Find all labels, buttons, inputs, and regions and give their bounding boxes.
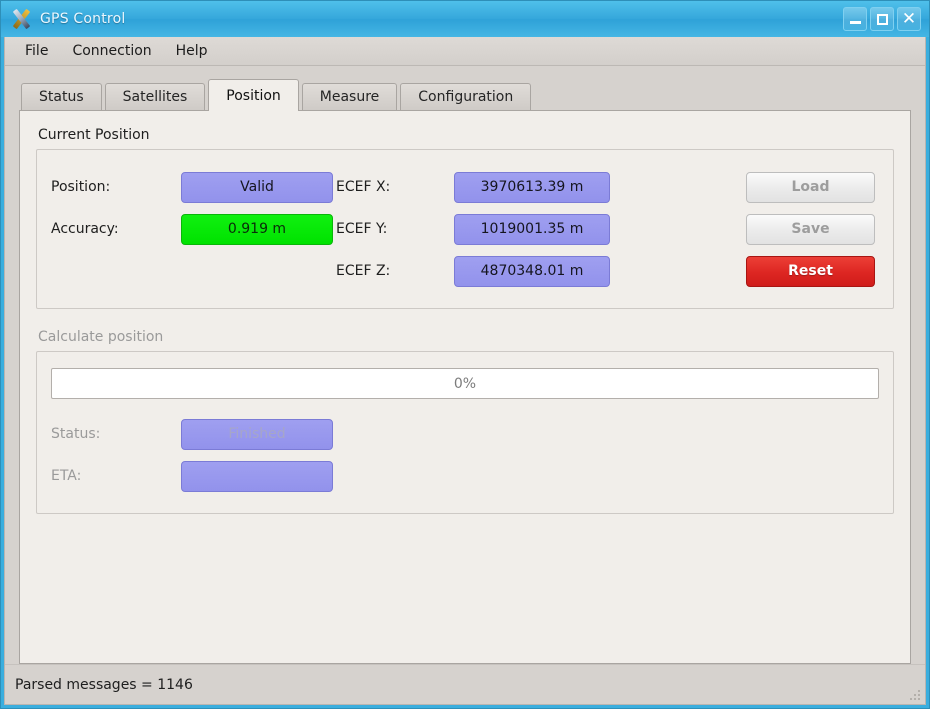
ecef-x-value-field: 3970613.39 m <box>454 171 610 203</box>
calc-status-value-field: Finished <box>181 418 333 450</box>
gps-crossed-blades-icon <box>11 8 31 30</box>
maximize-icon[interactable] <box>870 7 894 31</box>
menu-item-help[interactable]: Help <box>166 39 218 63</box>
menu-item-connection[interactable]: Connection <box>62 39 161 63</box>
position-value-field: Valid <box>181 171 333 203</box>
tab-measure[interactable]: Measure <box>301 83 398 110</box>
group-calculate-position: Calculate position 0% Status: Finished E… <box>36 329 894 514</box>
title-bar: GPS Control ✕ <box>1 1 929 37</box>
group-title-current-position: Current Position <box>38 127 150 143</box>
load-button[interactable]: Load <box>746 171 875 203</box>
calc-eta-label: ETA: <box>51 468 82 484</box>
window-title: GPS Control <box>40 11 126 27</box>
minimize-icon[interactable] <box>843 7 867 31</box>
ecef-z-label: ECEF Z: <box>336 263 391 279</box>
tab-satellites[interactable]: Satellites <box>104 83 206 110</box>
application-window: GPS Control ✕ File Connection Help Statu… <box>0 0 930 709</box>
group-body-current-position: Position: Valid ECEF X: 3970613.39 m Loa… <box>36 149 894 309</box>
status-bar-text: Parsed messages = 1146 <box>15 676 193 693</box>
ecef-y-label: ECEF Y: <box>336 221 388 237</box>
accuracy-value-field: 0.919 m <box>181 213 333 245</box>
save-button[interactable]: Save <box>746 213 875 245</box>
tab-configuration[interactable]: Configuration <box>400 83 532 110</box>
calc-status-label: Status: <box>51 426 101 442</box>
reset-button[interactable]: Reset <box>746 255 875 287</box>
status-bar: Parsed messages = 1146 <box>5 664 925 704</box>
current-position-grid: Position: Valid ECEF X: 3970613.39 m Loa… <box>51 166 879 292</box>
window-controls: ✕ <box>843 7 925 31</box>
ecef-z-value-field: 4870348.01 m <box>454 255 610 287</box>
tab-status[interactable]: Status <box>21 83 102 110</box>
group-body-calculate-position: 0% Status: Finished ETA: <box>36 351 894 514</box>
menu-bar: File Connection Help <box>5 37 925 66</box>
resize-grip-icon[interactable] <box>906 686 920 700</box>
calculate-position-grid: Status: Finished ETA: <box>51 413 879 497</box>
tab-panel-position: Current Position Position: Valid ECEF X:… <box>19 110 911 664</box>
tab-strip: Status Satellites Position Measure Confi… <box>19 78 911 111</box>
ecef-y-value-field: 1019001.35 m <box>454 213 610 245</box>
position-label: Position: <box>51 179 111 195</box>
accuracy-label: Accuracy: <box>51 221 119 237</box>
calc-eta-value-field <box>181 460 333 492</box>
position-actions: Load Save Reset <box>609 171 879 287</box>
tab-container: Status Satellites Position Measure Confi… <box>5 66 925 664</box>
group-title-calculate-position: Calculate position <box>38 329 164 345</box>
tab-position[interactable]: Position <box>208 79 299 111</box>
menu-item-file[interactable]: File <box>15 39 58 63</box>
calculation-progress-bar: 0% <box>51 368 879 399</box>
ecef-x-label: ECEF X: <box>336 179 391 195</box>
client-area: File Connection Help Status Satellites P… <box>4 37 926 705</box>
close-icon[interactable]: ✕ <box>897 7 921 31</box>
group-current-position: Current Position Position: Valid ECEF X:… <box>36 127 894 309</box>
